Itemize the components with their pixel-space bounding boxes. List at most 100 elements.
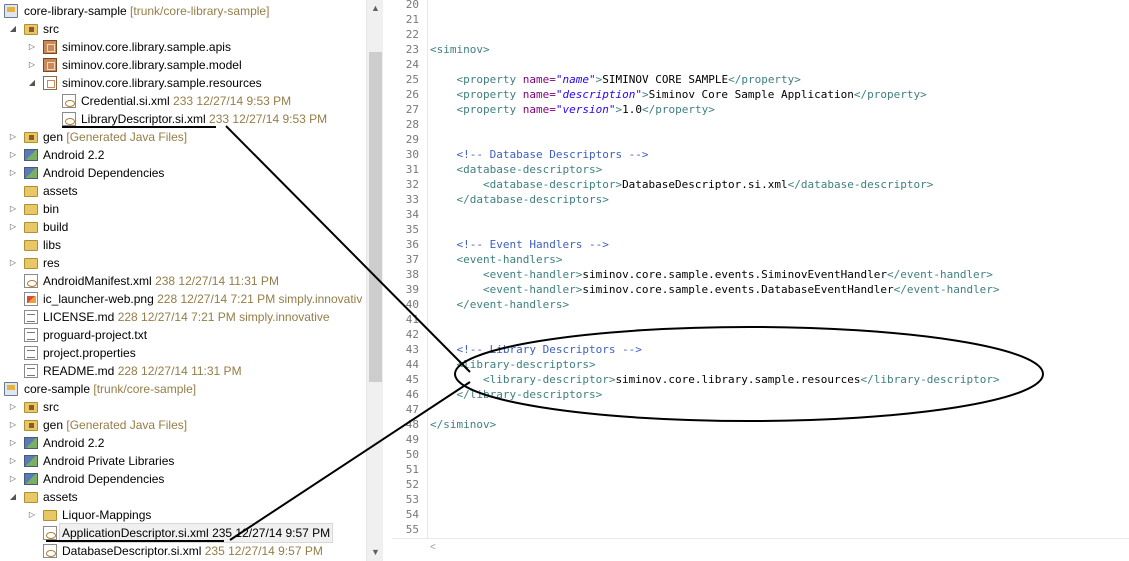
- package-explorer: core-library-sample [trunk/core-library-…: [0, 0, 366, 561]
- svn-decoration: [trunk/core-library-sample]: [130, 4, 270, 18]
- tree-item-package-model[interactable]: ▷ siminov.core.library.sample.model: [0, 56, 366, 74]
- line-number: 35: [405, 223, 419, 236]
- editor-horizontal-scrollbar[interactable]: <: [392, 538, 1129, 555]
- line-number: 39: [405, 283, 419, 296]
- line-number: 50: [405, 448, 419, 461]
- tree-item-package-resources[interactable]: ◢ siminov.core.library.sample.resources: [0, 74, 366, 92]
- svn-revision-info: 233 12/27/14 9:53 PM: [209, 112, 328, 126]
- collapsed-arrow-icon[interactable]: ▷: [8, 434, 18, 452]
- tree-item-res[interactable]: ▷ res: [0, 254, 366, 272]
- svn-revision-info: 228 12/27/14 7:21 PM simply.innovativ: [157, 292, 363, 306]
- tree-item-readme[interactable]: README.md 228 12/27/14 11:31 PM: [0, 362, 366, 380]
- line-number: 28: [405, 118, 419, 131]
- tree-item-package-apis[interactable]: ▷ siminov.core.library.sample.apis: [0, 38, 366, 56]
- line-number: 25: [405, 73, 419, 86]
- package-icon: [43, 76, 57, 90]
- tree-item-src[interactable]: ▷ src: [0, 398, 366, 416]
- tree-item-libs[interactable]: libs: [0, 236, 366, 254]
- code-line-26: <property name="description">Siminov Cor…: [456, 88, 927, 101]
- source-folder-icon: [24, 402, 38, 413]
- tree-item-src[interactable]: ◢ src: [0, 20, 366, 38]
- chevron-left-icon[interactable]: <: [430, 539, 436, 556]
- svn-revision-info: 235 12/27/14 9:57 PM: [204, 544, 323, 558]
- tree-item-ic-launcher-web[interactable]: ic_launcher-web.png 228 12/27/14 7:21 PM…: [0, 290, 366, 308]
- tree-item-android-2-2[interactable]: ▷ Android 2.2: [0, 434, 366, 452]
- tree-item-license[interactable]: LICENSE.md 228 12/27/14 7:21 PM simply.i…: [0, 308, 366, 326]
- scroll-up-icon[interactable]: ▲: [367, 0, 384, 17]
- library-icon: [24, 455, 38, 467]
- tree-item-android-private-libraries[interactable]: ▷ Android Private Libraries: [0, 452, 366, 470]
- expanded-arrow-icon[interactable]: ◢: [27, 74, 37, 92]
- tree-item-bin[interactable]: ▷ bin: [0, 200, 366, 218]
- svn-decoration: [trunk/core-sample]: [93, 382, 197, 396]
- tree-item-proguard[interactable]: proguard-project.txt: [0, 326, 366, 344]
- line-number-gutter: 20 21 22 23 24 25 26 27 28 29 30 31 32 33 34 35 36 37 38 39…: [392, 0, 428, 538]
- collapsed-arrow-icon[interactable]: ▷: [8, 218, 18, 236]
- tree-item-core-library-sample[interactable]: core-library-sample [trunk/core-library-…: [0, 2, 366, 20]
- tree-item-android-dependencies[interactable]: ▷ Android Dependencies: [0, 470, 366, 488]
- tree-label: Android 2.2: [43, 148, 105, 162]
- collapsed-arrow-icon[interactable]: ▷: [8, 164, 18, 182]
- line-number: 43: [405, 343, 419, 356]
- tree-item-project-properties[interactable]: project.properties: [0, 344, 366, 362]
- collapsed-arrow-icon[interactable]: ▷: [8, 254, 18, 272]
- line-number: 52: [405, 478, 419, 491]
- tree-item-assets[interactable]: assets: [0, 182, 366, 200]
- collapsed-arrow-icon[interactable]: ▷: [8, 146, 18, 164]
- tree-item-build[interactable]: ▷ build: [0, 218, 366, 236]
- folder-icon: [24, 204, 38, 215]
- scrollbar-thumb[interactable]: [369, 52, 382, 382]
- collapsed-arrow-icon[interactable]: ▷: [8, 416, 18, 434]
- tree-item-android-2-2[interactable]: ▷ Android 2.2: [0, 146, 366, 164]
- folder-icon: [24, 222, 38, 233]
- collapsed-arrow-icon[interactable]: ▷: [27, 506, 37, 524]
- tree-label: proguard-project.txt: [43, 328, 148, 342]
- tree-item-core-sample[interactable]: core-sample [trunk/core-sample]: [0, 380, 366, 398]
- tree-label: libs: [43, 238, 62, 252]
- line-number: 53: [405, 493, 419, 506]
- tree-item-library-descriptor-xml[interactable]: LibraryDescriptor.si.xml 233 12/27/14 9:…: [0, 110, 366, 128]
- text-file-icon: [24, 328, 38, 342]
- collapsed-arrow-icon[interactable]: ▷: [8, 128, 18, 146]
- text-file-icon: [24, 364, 38, 378]
- tree-item-android-manifest[interactable]: AndroidManifest.xml 238 12/27/14 11:31 P…: [0, 272, 366, 290]
- code-line-37: <event-handlers>: [456, 253, 563, 266]
- tree-label: assets: [43, 490, 78, 504]
- expanded-arrow-icon[interactable]: ◢: [8, 488, 18, 506]
- tree-label: assets: [43, 184, 78, 198]
- folder-icon: [24, 240, 38, 251]
- expanded-arrow-icon[interactable]: ◢: [8, 20, 18, 38]
- collapsed-arrow-icon[interactable]: ▷: [27, 38, 37, 56]
- tree-label: bin: [43, 202, 60, 216]
- code-line-40: </event-handlers>: [456, 298, 570, 311]
- tree-item-database-descriptor-xml[interactable]: DatabaseDescriptor.si.xml 235 12/27/14 9…: [0, 542, 366, 560]
- collapsed-arrow-icon[interactable]: ▷: [8, 452, 18, 470]
- tree-item-android-dependencies[interactable]: ▷ Android Dependencies: [0, 164, 366, 182]
- scroll-down-icon[interactable]: ▼: [367, 544, 384, 561]
- collapsed-arrow-icon[interactable]: ▷: [8, 470, 18, 488]
- tree-item-application-descriptor-xml[interactable]: ApplicationDescriptor.si.xml 235 12/27/1…: [0, 523, 366, 543]
- tree-label: core-library-sample: [24, 4, 127, 18]
- tree-item-gen[interactable]: ▷ gen [Generated Java Files]: [0, 416, 366, 434]
- svn-revision-info: 228 12/27/14 11:31 PM: [117, 364, 242, 378]
- collapsed-arrow-icon[interactable]: ▷: [8, 398, 18, 416]
- collapsed-arrow-icon[interactable]: ▷: [8, 200, 18, 218]
- tree-label: LibraryDescriptor.si.xml: [81, 112, 206, 126]
- collapsed-arrow-icon[interactable]: ▷: [27, 56, 37, 74]
- text-file-icon: [24, 310, 38, 324]
- tree-item-gen[interactable]: ▷ gen [Generated Java Files]: [0, 128, 366, 146]
- line-number: 54: [405, 508, 419, 521]
- explorer-vertical-scrollbar[interactable]: ▲ ▼: [366, 0, 383, 561]
- line-number: 32: [405, 178, 419, 191]
- xml-editor[interactable]: 20 21 22 23 24 25 26 27 28 29 30 31 32 33 34 35 36 37 38 39…: [392, 0, 1129, 561]
- tree-item-credential-xml[interactable]: Credential.si.xml 233 12/27/14 9:53 PM: [0, 92, 366, 110]
- tree-label: DatabaseDescriptor.si.xml: [62, 544, 202, 558]
- xml-file-icon: [43, 526, 57, 540]
- code-line-27: <property name="version">1.0</property>: [456, 103, 715, 116]
- line-number: 24: [405, 58, 419, 71]
- line-number: 34: [405, 208, 419, 221]
- tree-item-assets[interactable]: ◢ assets: [0, 488, 366, 506]
- tree-item-liquor-mappings[interactable]: ▷ Liquor-Mappings: [0, 506, 366, 524]
- folder-icon: [24, 492, 38, 503]
- tree-label: LICENSE.md: [43, 310, 115, 324]
